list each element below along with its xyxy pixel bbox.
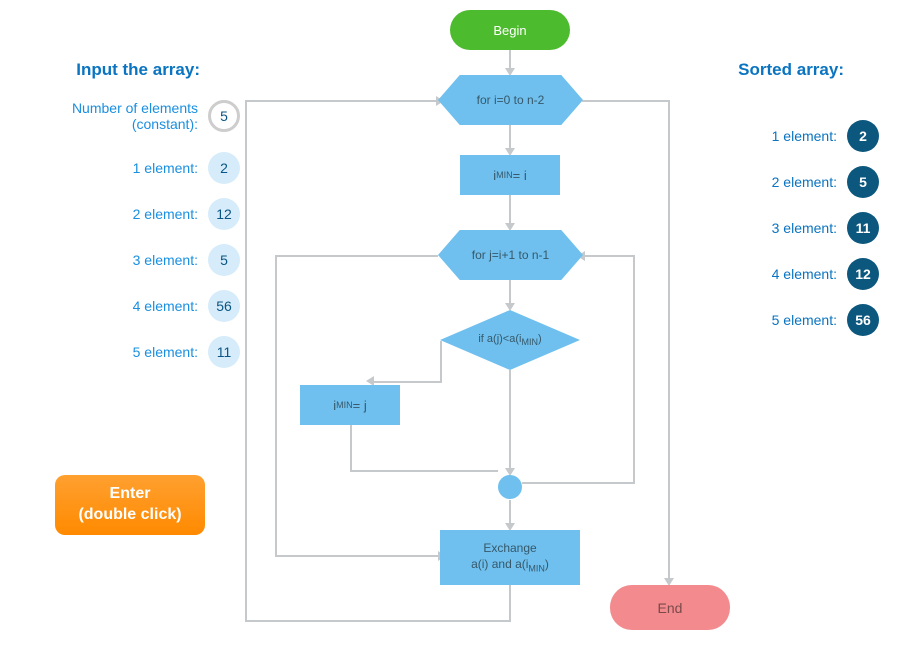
sorted-value: 11 (847, 212, 879, 244)
assign-imin-j: iMIN = j (300, 385, 400, 425)
input-row: 1 element: 2 (20, 152, 240, 184)
input-row: 5 element: 11 (20, 336, 240, 368)
sorted-label: 4 element: (772, 266, 837, 282)
condition: if a(j)<a(iMIN) (440, 310, 580, 370)
sorted-row: 4 element: 12 (679, 258, 879, 290)
exchange: Exchange a(i) and a(iMIN) (440, 530, 580, 585)
input-value: 56 (208, 290, 240, 322)
num-elements-row: Number of elements (constant): 5 (20, 100, 240, 132)
begin-terminator: Begin (450, 10, 570, 50)
sorted-label: 5 element: (772, 312, 837, 328)
sorted-value: 56 (847, 304, 879, 336)
input-label: 2 element: (133, 206, 198, 222)
sorted-row: 3 element: 11 (679, 212, 879, 244)
enter-label-line2: (double click) (78, 505, 181, 526)
input-value: 2 (208, 152, 240, 184)
input-value: 12 (208, 198, 240, 230)
end-terminator: End (610, 585, 730, 630)
input-title: Input the array: (20, 60, 240, 80)
sorted-title: Sorted array: (679, 60, 879, 80)
input-value: 5 (208, 244, 240, 276)
enter-label-line1: Enter (110, 484, 151, 505)
sorted-value: 5 (847, 166, 879, 198)
sorted-value: 12 (847, 258, 879, 290)
enter-button[interactable]: Enter (double click) (55, 475, 205, 535)
num-elements-label: Number of elements (constant): (48, 100, 198, 132)
inner-loop: for j=i+1 to n-1 (438, 230, 583, 280)
sorted-label: 2 element: (772, 174, 837, 190)
assign-imin-i: iMIN = i (460, 155, 560, 195)
sorted-value: 2 (847, 120, 879, 152)
input-label: 4 element: (133, 298, 198, 314)
flowchart: Begin for i=0 to n-2 iMIN = i for j=i+1 … (240, 10, 660, 660)
sorted-row: 2 element: 5 (679, 166, 879, 198)
sorted-row: 1 element: 2 (679, 120, 879, 152)
input-label: 5 element: (133, 344, 198, 360)
outer-loop: for i=0 to n-2 (438, 75, 583, 125)
input-label: 3 element: (133, 252, 198, 268)
sorted-label: 1 element: (772, 128, 837, 144)
num-elements-value: 5 (208, 100, 240, 132)
input-row: 2 element: 12 (20, 198, 240, 230)
sorted-panel: Sorted array: 1 element: 2 2 element: 5 … (679, 60, 879, 350)
input-label: 1 element: (133, 160, 198, 176)
input-row: 4 element: 56 (20, 290, 240, 322)
input-panel: Input the array: Number of elements (con… (20, 60, 240, 382)
sorted-label: 3 element: (772, 220, 837, 236)
sorted-row: 5 element: 56 (679, 304, 879, 336)
input-row: 3 element: 5 (20, 244, 240, 276)
input-value: 11 (208, 336, 240, 368)
connector (498, 475, 522, 499)
